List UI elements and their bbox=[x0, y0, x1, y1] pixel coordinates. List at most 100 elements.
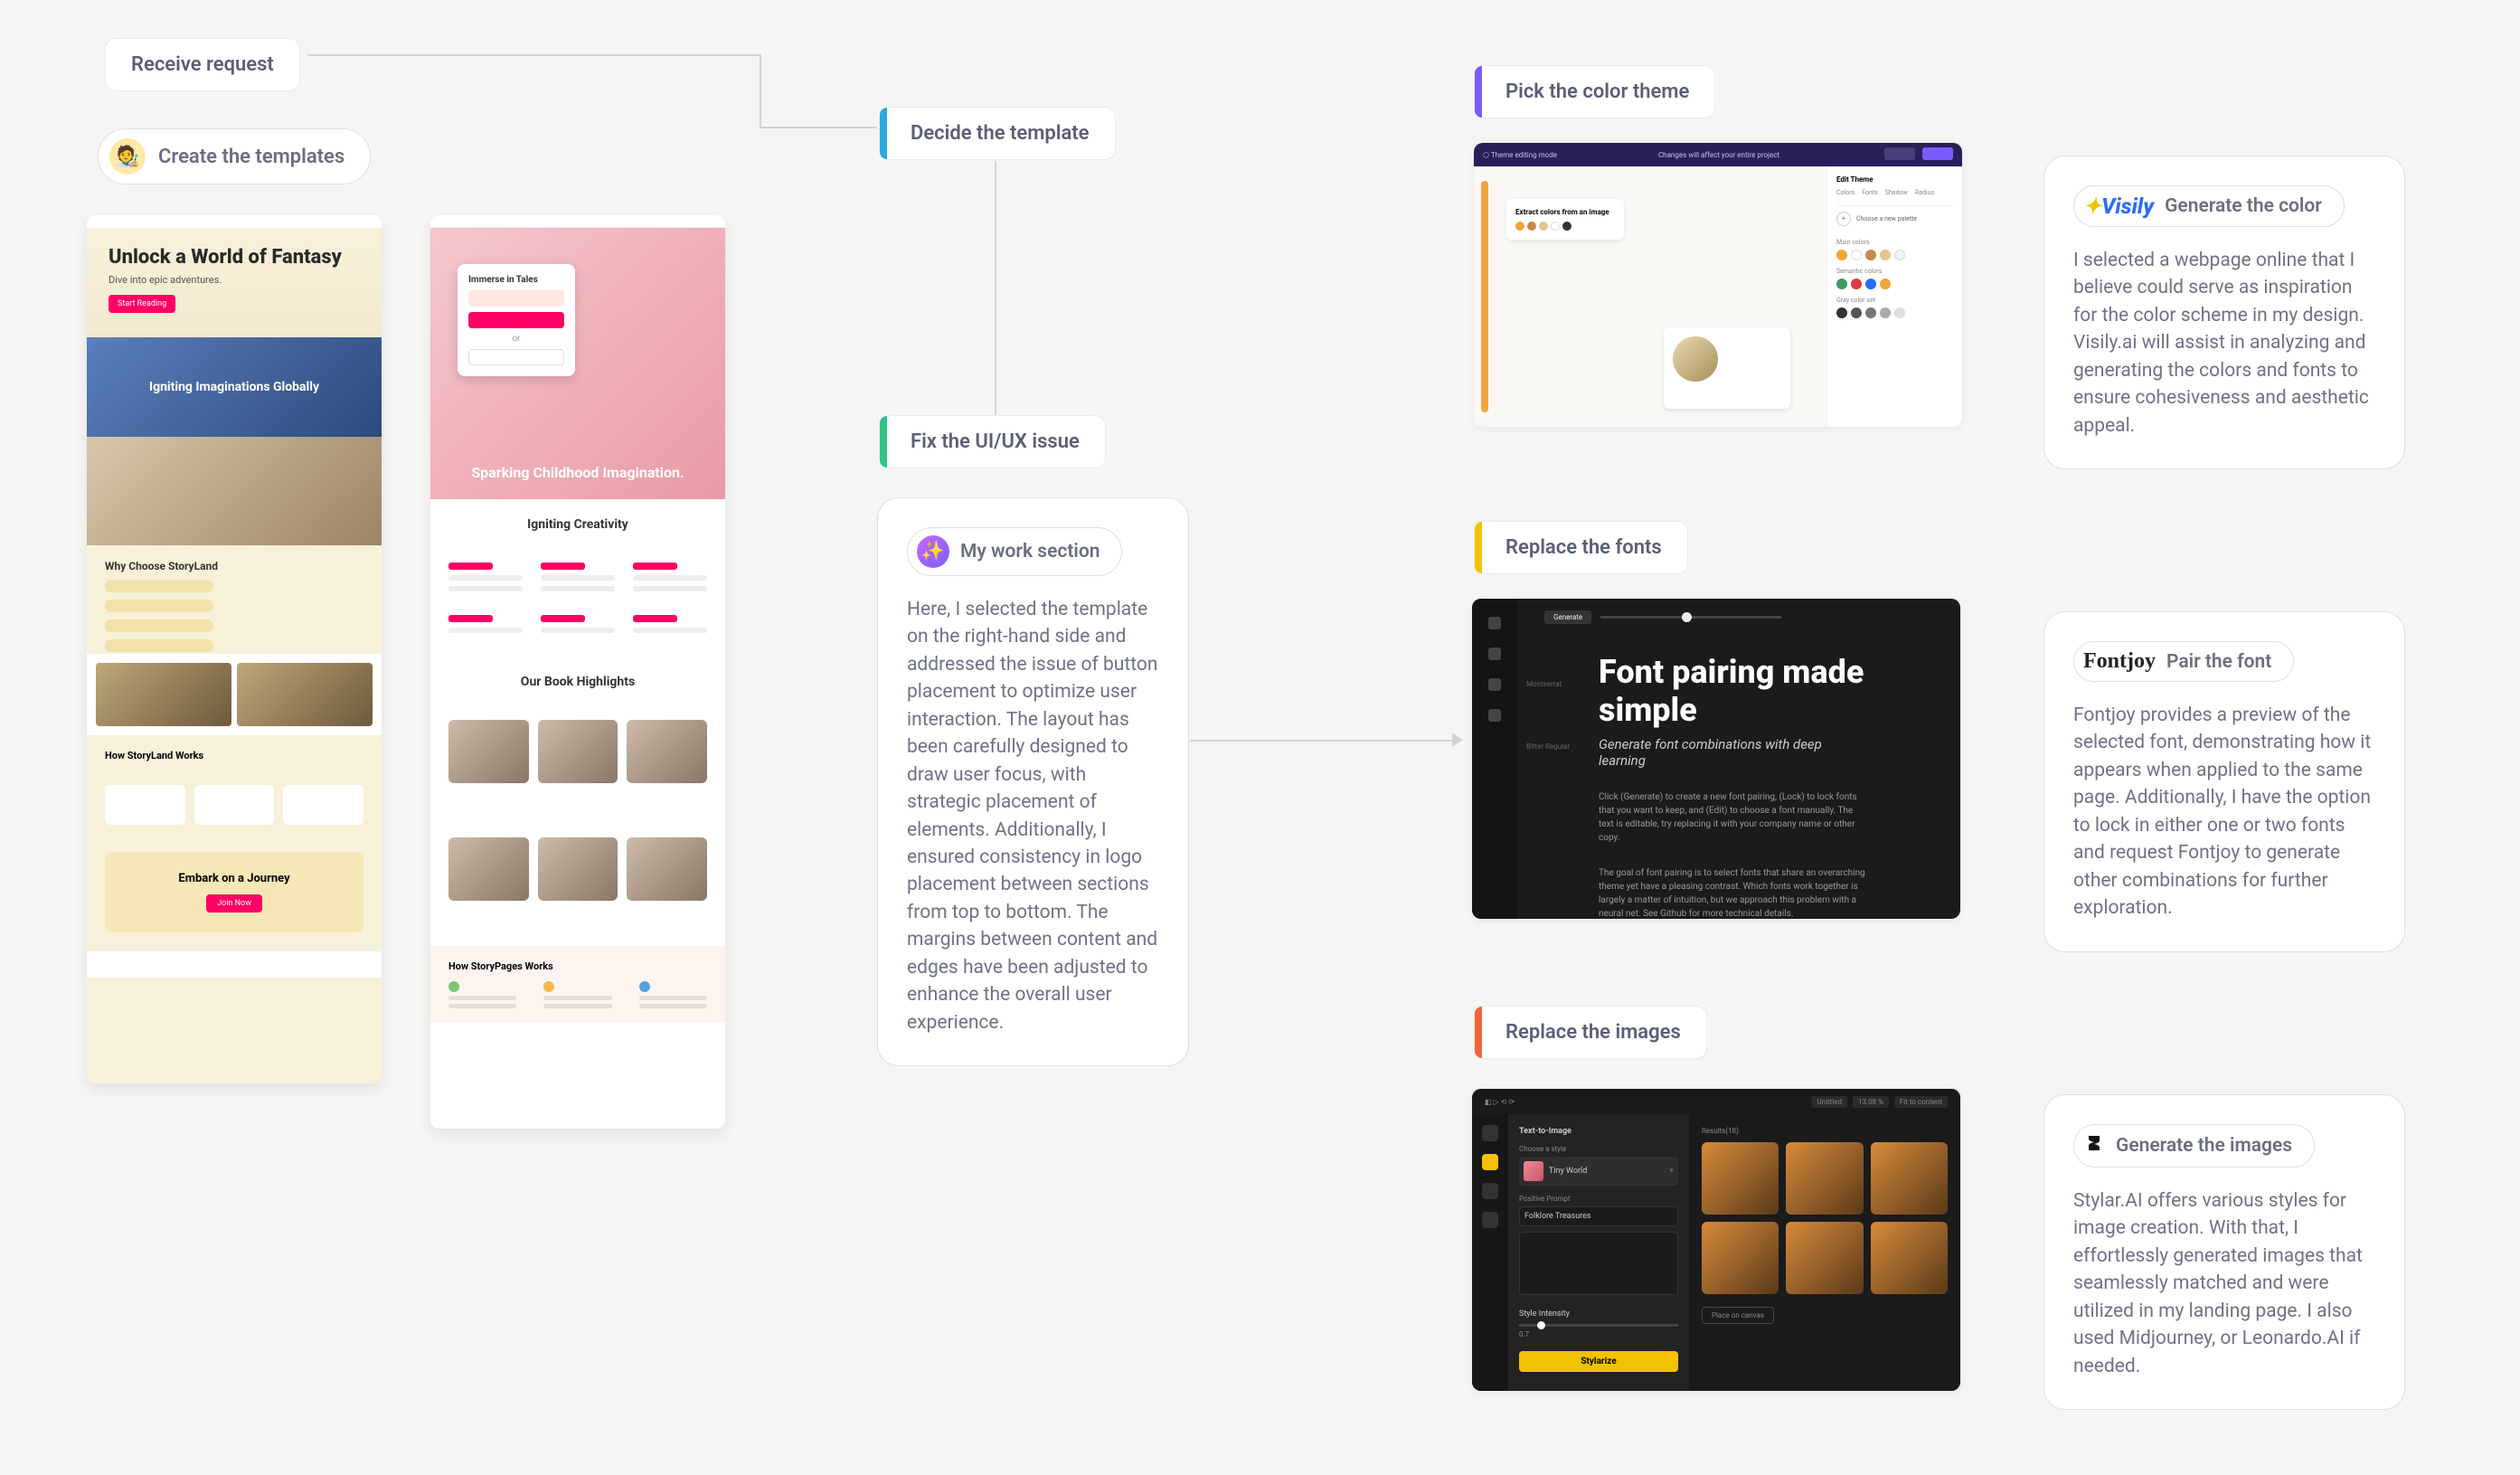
panel-title: Edit Theme bbox=[1836, 175, 1953, 184]
top-icons: ◧ ▷ ⟲ ⟳ bbox=[1485, 1098, 1515, 1106]
accent-bar bbox=[1475, 522, 1482, 573]
feature-pill bbox=[105, 619, 213, 632]
panel-tabs: Colors Fonts Shadow Radius bbox=[1836, 189, 1953, 196]
generated-image[interactable] bbox=[1871, 1222, 1948, 1294]
tab[interactable]: Shadow bbox=[1885, 189, 1908, 196]
input-placeholder[interactable] bbox=[468, 290, 564, 307]
chip-label: Create the templates bbox=[158, 146, 344, 168]
tab[interactable]: Radius bbox=[1915, 189, 1934, 196]
accent-bar bbox=[880, 416, 887, 468]
headline: Font pairing made simple bbox=[1599, 653, 1870, 729]
step-label: Replace the images bbox=[1505, 1021, 1681, 1044]
style-chip[interactable]: Tiny World ▾ bbox=[1519, 1157, 1678, 1186]
visily-screenshot: ⬡ Theme editing mode Changes will affect… bbox=[1474, 143, 1962, 427]
modal-secondary-button[interactable] bbox=[468, 349, 564, 365]
tab[interactable]: Fonts bbox=[1862, 189, 1878, 196]
connector bbox=[1190, 740, 1452, 742]
visily-logo: ✦Visily bbox=[2083, 194, 2154, 219]
how-it-works: How StoryPages Works bbox=[430, 946, 725, 1023]
sub-label: Choose a style bbox=[1519, 1145, 1678, 1153]
or-divider: or bbox=[468, 334, 564, 344]
generated-image[interactable] bbox=[1702, 1142, 1779, 1215]
sidebar-accent bbox=[1481, 181, 1488, 412]
signin-modal: Immerse in Tales or bbox=[458, 264, 575, 376]
stylarize-button[interactable]: Stylarize bbox=[1519, 1351, 1678, 1372]
control-panel: Text-to-Image Choose a style Tiny World … bbox=[1508, 1114, 1689, 1391]
step-replace-images: Replace the images bbox=[1474, 1006, 1707, 1059]
tab[interactable]: Colors bbox=[1836, 189, 1855, 196]
step-label: Fix the UI/UX issue bbox=[911, 430, 1080, 453]
prompt-input[interactable]: Folklore Treasures bbox=[1519, 1206, 1678, 1226]
sparkle-icon: ✨ bbox=[917, 535, 949, 568]
semantic-color-dots bbox=[1836, 279, 1953, 289]
pencil-emoji-icon: 🧑‍🎨 bbox=[109, 138, 146, 175]
generated-image[interactable] bbox=[1786, 1222, 1863, 1294]
generated-image[interactable] bbox=[1786, 1142, 1863, 1215]
generated-image[interactable] bbox=[1702, 1222, 1779, 1294]
feature-pill bbox=[105, 580, 213, 592]
modal-primary-button[interactable] bbox=[468, 312, 564, 328]
label: Gray color set bbox=[1836, 297, 1953, 304]
style-name: Tiny World bbox=[1549, 1167, 1587, 1176]
tool-icon[interactable] bbox=[1482, 1212, 1498, 1228]
card-stylar: Generate the images Stylar.AI offers var… bbox=[2043, 1094, 2405, 1410]
cancel-button[interactable] bbox=[1884, 147, 1915, 160]
section: Our Book Highlights bbox=[430, 657, 725, 720]
browser-bar bbox=[430, 215, 725, 228]
canvas-area: Extract colors from an image bbox=[1474, 166, 1826, 427]
tool-rail bbox=[1472, 1114, 1508, 1391]
mode-indicator: ⬡ Theme editing mode bbox=[1483, 151, 1557, 159]
arrowhead-icon bbox=[1452, 733, 1463, 747]
image-row bbox=[430, 837, 725, 919]
panel-title: Text-to-Image bbox=[1519, 1127, 1678, 1136]
sub-label: Positive Prompt bbox=[1519, 1195, 1678, 1203]
chip-create-templates: 🧑‍🎨 Create the templates bbox=[98, 128, 371, 184]
zoom-level: 13.08 % bbox=[1853, 1096, 1889, 1108]
contrast-slider[interactable] bbox=[1600, 616, 1781, 619]
generated-image[interactable] bbox=[1871, 1142, 1948, 1215]
tool-icon-active[interactable] bbox=[1482, 1154, 1498, 1170]
fit-button[interactable]: Fit to content bbox=[1894, 1096, 1948, 1108]
card-body: Fontjoy provides a preview of the select… bbox=[2073, 702, 2375, 922]
place-on-canvas-button[interactable]: Place on canvas bbox=[1702, 1307, 1774, 1324]
warning-text: Changes will affect your entire project bbox=[1658, 151, 1779, 159]
step-label: Receive request bbox=[131, 53, 274, 76]
font-name: Bitter Regular bbox=[1526, 742, 1570, 751]
tool-icon[interactable] bbox=[1482, 1183, 1498, 1199]
generate-button[interactable]: Generate bbox=[1544, 610, 1591, 624]
cta-button[interactable]: Join Now bbox=[206, 894, 262, 912]
font-name: Montserrat bbox=[1526, 680, 1570, 688]
apply-button[interactable] bbox=[1922, 147, 1953, 160]
hero-subtitle: Dive into epic adventures. bbox=[109, 274, 360, 286]
intensity-slider[interactable] bbox=[1519, 1324, 1678, 1327]
popup-title: Extract colors from an image bbox=[1515, 208, 1615, 216]
cta-section: Embark on a Journey Join Now bbox=[105, 852, 363, 932]
hero: Unlock a World of Fantasy Dive into epic… bbox=[87, 229, 382, 337]
template-preview-a: Unlock a World of Fantasy Dive into epic… bbox=[87, 215, 382, 1083]
card-body: I selected a webpage online that I belie… bbox=[2073, 247, 2375, 440]
gray-color-dots bbox=[1836, 307, 1953, 318]
feature-pill bbox=[105, 639, 213, 652]
chip-label: Pair the font bbox=[2166, 651, 2271, 673]
hero-cta-button[interactable]: Start Reading bbox=[109, 295, 175, 313]
choose-palette[interactable]: Choose a new palette bbox=[1836, 205, 1953, 232]
results-grid: Results(18) Place on canvas bbox=[1689, 1114, 1960, 1391]
card-chip: Generate the images bbox=[2073, 1124, 2315, 1168]
fontjoy-sidebar bbox=[1472, 599, 1517, 919]
results-header: Results(18) bbox=[1702, 1127, 1948, 1135]
step-receive-request: Receive request bbox=[105, 38, 300, 91]
photo-section bbox=[87, 437, 382, 545]
card-visily: ✦Visily Generate the color I selected a … bbox=[2043, 156, 2405, 469]
tool-icon[interactable] bbox=[1482, 1125, 1498, 1141]
features-title: Why Choose StoryLand bbox=[105, 560, 363, 572]
action-buttons bbox=[1881, 147, 1953, 164]
slider-label: Style Intensity bbox=[1519, 1310, 1570, 1319]
card-chip: ✦Visily Generate the color bbox=[2073, 185, 2345, 227]
negative-prompt-area[interactable] bbox=[1519, 1232, 1678, 1295]
template-preview-b: Immerse in Tales or Sparking Childhood I… bbox=[430, 215, 725, 1129]
fontjoy-topbar: Generate bbox=[1472, 599, 1960, 635]
intensity-value: 0.7 bbox=[1519, 1330, 1678, 1338]
hero-title: Unlock a World of Fantasy bbox=[109, 247, 360, 269]
visily-topbar: ⬡ Theme editing mode Changes will affect… bbox=[1474, 143, 1962, 166]
accent-bar bbox=[880, 108, 887, 159]
